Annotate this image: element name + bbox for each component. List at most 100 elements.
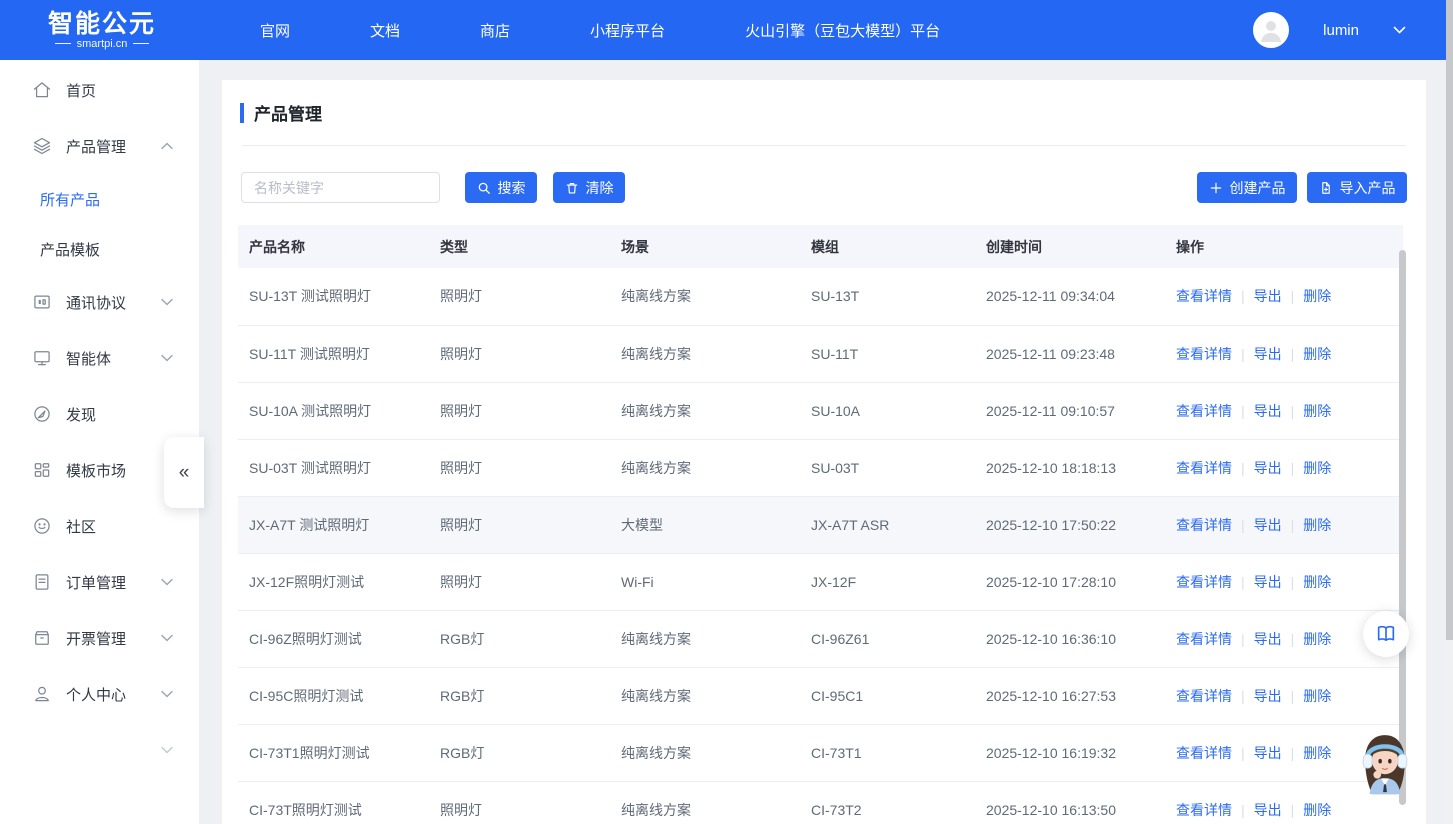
sidebar-item-communication-protocol[interactable]: 通讯协议 — [0, 274, 199, 330]
sidebar-item-order-management[interactable]: 订单管理 — [0, 554, 199, 610]
table-row[interactable]: JX-A7T 测试照明灯 照明灯 大模型 JX-A7T ASR 2025-12-… — [238, 496, 1403, 553]
table-row[interactable]: SU-10A 测试照明灯 照明灯 纯离线方案 SU-10A 2025-12-11… — [238, 382, 1403, 439]
action-separator: | — [1241, 802, 1245, 818]
page-scrollbar-thumb[interactable] — [1446, 0, 1453, 640]
export-link[interactable]: 导出 — [1254, 403, 1282, 419]
nav-item-official-site[interactable]: 官网 — [260, 20, 290, 41]
delete-link[interactable]: 删除 — [1303, 574, 1331, 590]
export-link[interactable]: 导出 — [1254, 745, 1282, 761]
sidebar-item-invoice-management[interactable]: 开票管理 — [0, 610, 199, 666]
chevron-down-icon[interactable] — [161, 578, 173, 586]
sidebar-collapse-button[interactable]: « — [164, 437, 204, 508]
sidebar-item-home[interactable]: 首页 — [0, 62, 199, 118]
delete-link[interactable]: 删除 — [1303, 346, 1331, 362]
export-link[interactable]: 导出 — [1254, 288, 1282, 304]
view-detail-link[interactable]: 查看详情 — [1176, 403, 1232, 419]
export-link[interactable]: 导出 — [1254, 460, 1282, 476]
action-separator: | — [1241, 574, 1245, 590]
logo-subtitle: smartpi.cn — [55, 38, 150, 50]
table-row[interactable]: CI-73T1照明灯测试 RGB灯 纯离线方案 CI-73T1 2025-12-… — [238, 724, 1403, 781]
delete-link[interactable]: 删除 — [1303, 403, 1331, 419]
action-separator: | — [1291, 460, 1295, 476]
view-detail-link[interactable]: 查看详情 — [1176, 688, 1232, 704]
export-link[interactable]: 导出 — [1254, 346, 1282, 362]
clear-button[interactable]: 清除 — [553, 172, 625, 203]
delete-link[interactable]: 删除 — [1303, 688, 1331, 704]
username[interactable]: lumin — [1323, 22, 1359, 39]
view-detail-link[interactable]: 查看详情 — [1176, 517, 1232, 533]
chevron-up-icon[interactable] — [161, 142, 173, 150]
nav-item-volcano-platform[interactable]: 火山引擎（豆包大模型）平台 — [745, 20, 940, 41]
page-scrollbar[interactable] — [1446, 0, 1453, 824]
export-link[interactable]: 导出 — [1254, 688, 1282, 704]
nav-item-store[interactable]: 商店 — [480, 20, 510, 41]
action-separator: | — [1241, 346, 1245, 362]
sidebar-item-discover[interactable]: 发现 — [0, 386, 199, 442]
content-scrollbar[interactable] — [1399, 250, 1406, 805]
delete-link[interactable]: 删除 — [1303, 802, 1331, 818]
action-separator: | — [1291, 517, 1295, 533]
view-detail-link[interactable]: 查看详情 — [1176, 574, 1232, 590]
view-detail-link[interactable]: 查看详情 — [1176, 460, 1232, 476]
delete-link[interactable]: 删除 — [1303, 631, 1331, 647]
table-row[interactable]: SU-13T 测试照明灯 照明灯 纯离线方案 SU-13T 2025-12-11… — [238, 268, 1403, 325]
create-product-button[interactable]: 创建产品 — [1197, 172, 1297, 203]
cell-module: CI-96Z61 — [800, 610, 975, 667]
table-row[interactable]: CI-95C照明灯测试 RGB灯 纯离线方案 CI-95C1 2025-12-1… — [238, 667, 1403, 724]
delete-link[interactable]: 删除 — [1303, 460, 1331, 476]
chevron-down-icon[interactable] — [161, 690, 173, 698]
view-detail-link[interactable]: 查看详情 — [1176, 802, 1232, 818]
import-product-button[interactable]: 导入产品 — [1307, 172, 1407, 203]
chevron-down-icon[interactable] — [1393, 26, 1406, 35]
export-link[interactable]: 导出 — [1254, 574, 1282, 590]
cell-scene: 纯离线方案 — [610, 724, 800, 781]
view-detail-link[interactable]: 查看详情 — [1176, 745, 1232, 761]
brand-logo[interactable]: 智能公元 smartpi.cn — [42, 11, 162, 50]
chevron-down-icon[interactable] — [161, 298, 173, 306]
sidebar-item-agent[interactable]: 智能体 — [0, 330, 199, 386]
action-separator: | — [1291, 346, 1295, 362]
cell-created-time: 2025-12-10 16:27:53 — [975, 667, 1165, 724]
view-detail-link[interactable]: 查看详情 — [1176, 631, 1232, 647]
cell-type: 照明灯 — [429, 781, 610, 824]
cell-product-name: SU-10A 测试照明灯 — [238, 382, 429, 439]
assistant-mascot[interactable] — [1356, 731, 1414, 803]
view-detail-link[interactable]: 查看详情 — [1176, 288, 1232, 304]
trash-icon — [565, 181, 579, 195]
export-link[interactable]: 导出 — [1254, 631, 1282, 647]
delete-link[interactable]: 删除 — [1303, 288, 1331, 304]
open-book-icon — [1375, 623, 1397, 645]
export-link[interactable]: 导出 — [1254, 802, 1282, 818]
nav-item-miniprogram-platform[interactable]: 小程序平台 — [590, 20, 665, 41]
chevron-down-icon[interactable] — [161, 354, 173, 362]
search-button[interactable]: 搜索 — [465, 172, 537, 203]
table-row[interactable]: CI-96Z照明灯测试 RGB灯 纯离线方案 CI-96Z61 2025-12-… — [238, 610, 1403, 667]
table-row[interactable]: SU-03T 测试照明灯 照明灯 纯离线方案 SU-03T 2025-12-10… — [238, 439, 1403, 496]
nav-item-docs[interactable]: 文档 — [370, 20, 400, 41]
table-row[interactable]: SU-11T 测试照明灯 照明灯 纯离线方案 SU-11T 2025-12-11… — [238, 325, 1403, 382]
cell-created-time: 2025-12-11 09:23:48 — [975, 325, 1165, 382]
chevron-down-icon[interactable] — [161, 746, 173, 754]
search-icon — [477, 181, 491, 195]
export-link[interactable]: 导出 — [1254, 517, 1282, 533]
invoice-icon — [32, 628, 52, 648]
table-row[interactable]: JX-12F照明灯测试 照明灯 Wi-Fi JX-12F 2025-12-10 … — [238, 553, 1403, 610]
table-row[interactable]: CI-73T照明灯测试 照明灯 纯离线方案 CI-73T2 2025-12-10… — [238, 781, 1403, 824]
search-input[interactable] — [241, 172, 440, 203]
view-detail-link[interactable]: 查看详情 — [1176, 346, 1232, 362]
sidebar-item-product-templates[interactable]: 产品模板 — [0, 224, 199, 274]
cell-actions: 查看详情|导出|删除 — [1165, 553, 1403, 610]
cell-product-name: SU-03T 测试照明灯 — [238, 439, 429, 496]
delete-link[interactable]: 删除 — [1303, 517, 1331, 533]
delete-link[interactable]: 删除 — [1303, 745, 1331, 761]
chevron-down-icon[interactable] — [161, 634, 173, 642]
user-avatar-icon[interactable] — [1253, 12, 1289, 48]
action-separator: | — [1241, 631, 1245, 647]
logo-dash-left — [55, 43, 71, 44]
sidebar-item-extra[interactable] — [0, 722, 199, 778]
sidebar-item-all-products[interactable]: 所有产品 — [0, 174, 199, 224]
sidebar-item-personal-center[interactable]: 个人中心 — [0, 666, 199, 722]
user-guide-button[interactable] — [1363, 611, 1409, 657]
sidebar-item-product-management[interactable]: 产品管理 — [0, 118, 199, 174]
cell-actions: 查看详情|导出|删除 — [1165, 382, 1403, 439]
